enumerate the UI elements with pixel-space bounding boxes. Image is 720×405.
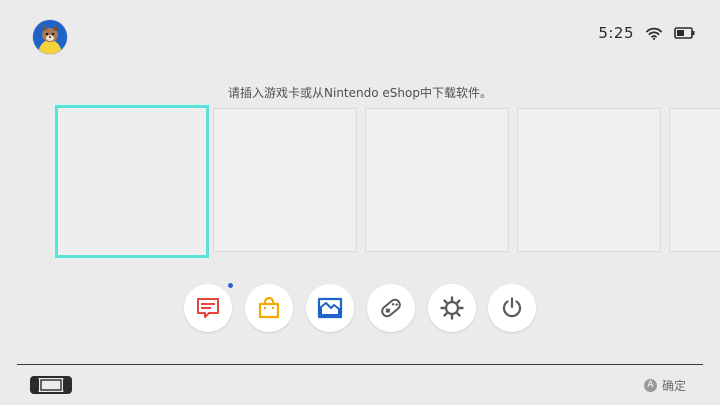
controllers-icon bbox=[381, 298, 401, 318]
footer-divider bbox=[17, 364, 703, 365]
status-bar: 5:25 bbox=[598, 24, 696, 42]
console-icon bbox=[30, 376, 72, 394]
game-tile-empty[interactable] bbox=[365, 108, 509, 252]
user-avatar[interactable] bbox=[33, 20, 67, 54]
power-icon bbox=[502, 297, 522, 318]
wifi-icon bbox=[646, 27, 662, 40]
confirm-hint[interactable]: A 确定 bbox=[643, 377, 686, 394]
a-button-icon: A bbox=[643, 379, 657, 392]
news-icon bbox=[197, 298, 219, 318]
news-button[interactable] bbox=[184, 284, 232, 332]
eshop-button[interactable] bbox=[245, 284, 293, 332]
confirm-label: 确定 bbox=[661, 379, 686, 393]
power-button[interactable] bbox=[488, 284, 536, 332]
album-icon bbox=[317, 297, 343, 319]
game-tile-empty[interactable] bbox=[213, 108, 357, 252]
controllers-button[interactable] bbox=[367, 284, 415, 332]
game-tiles bbox=[0, 105, 720, 260]
battery-icon bbox=[674, 27, 695, 39]
settings-icon bbox=[440, 296, 464, 320]
game-tile-empty[interactable] bbox=[669, 108, 720, 252]
album-button[interactable] bbox=[306, 284, 354, 332]
insert-game-message: 请插入游戏卡或从Nintendo eShop中下载软件。 bbox=[228, 86, 492, 100]
settings-button[interactable] bbox=[428, 284, 476, 332]
news-notification-dot bbox=[228, 283, 233, 288]
clock: 5:25 bbox=[598, 24, 634, 42]
game-tile-selected[interactable] bbox=[55, 105, 209, 258]
eshop-icon bbox=[258, 296, 280, 319]
game-tile-empty[interactable] bbox=[517, 108, 661, 252]
